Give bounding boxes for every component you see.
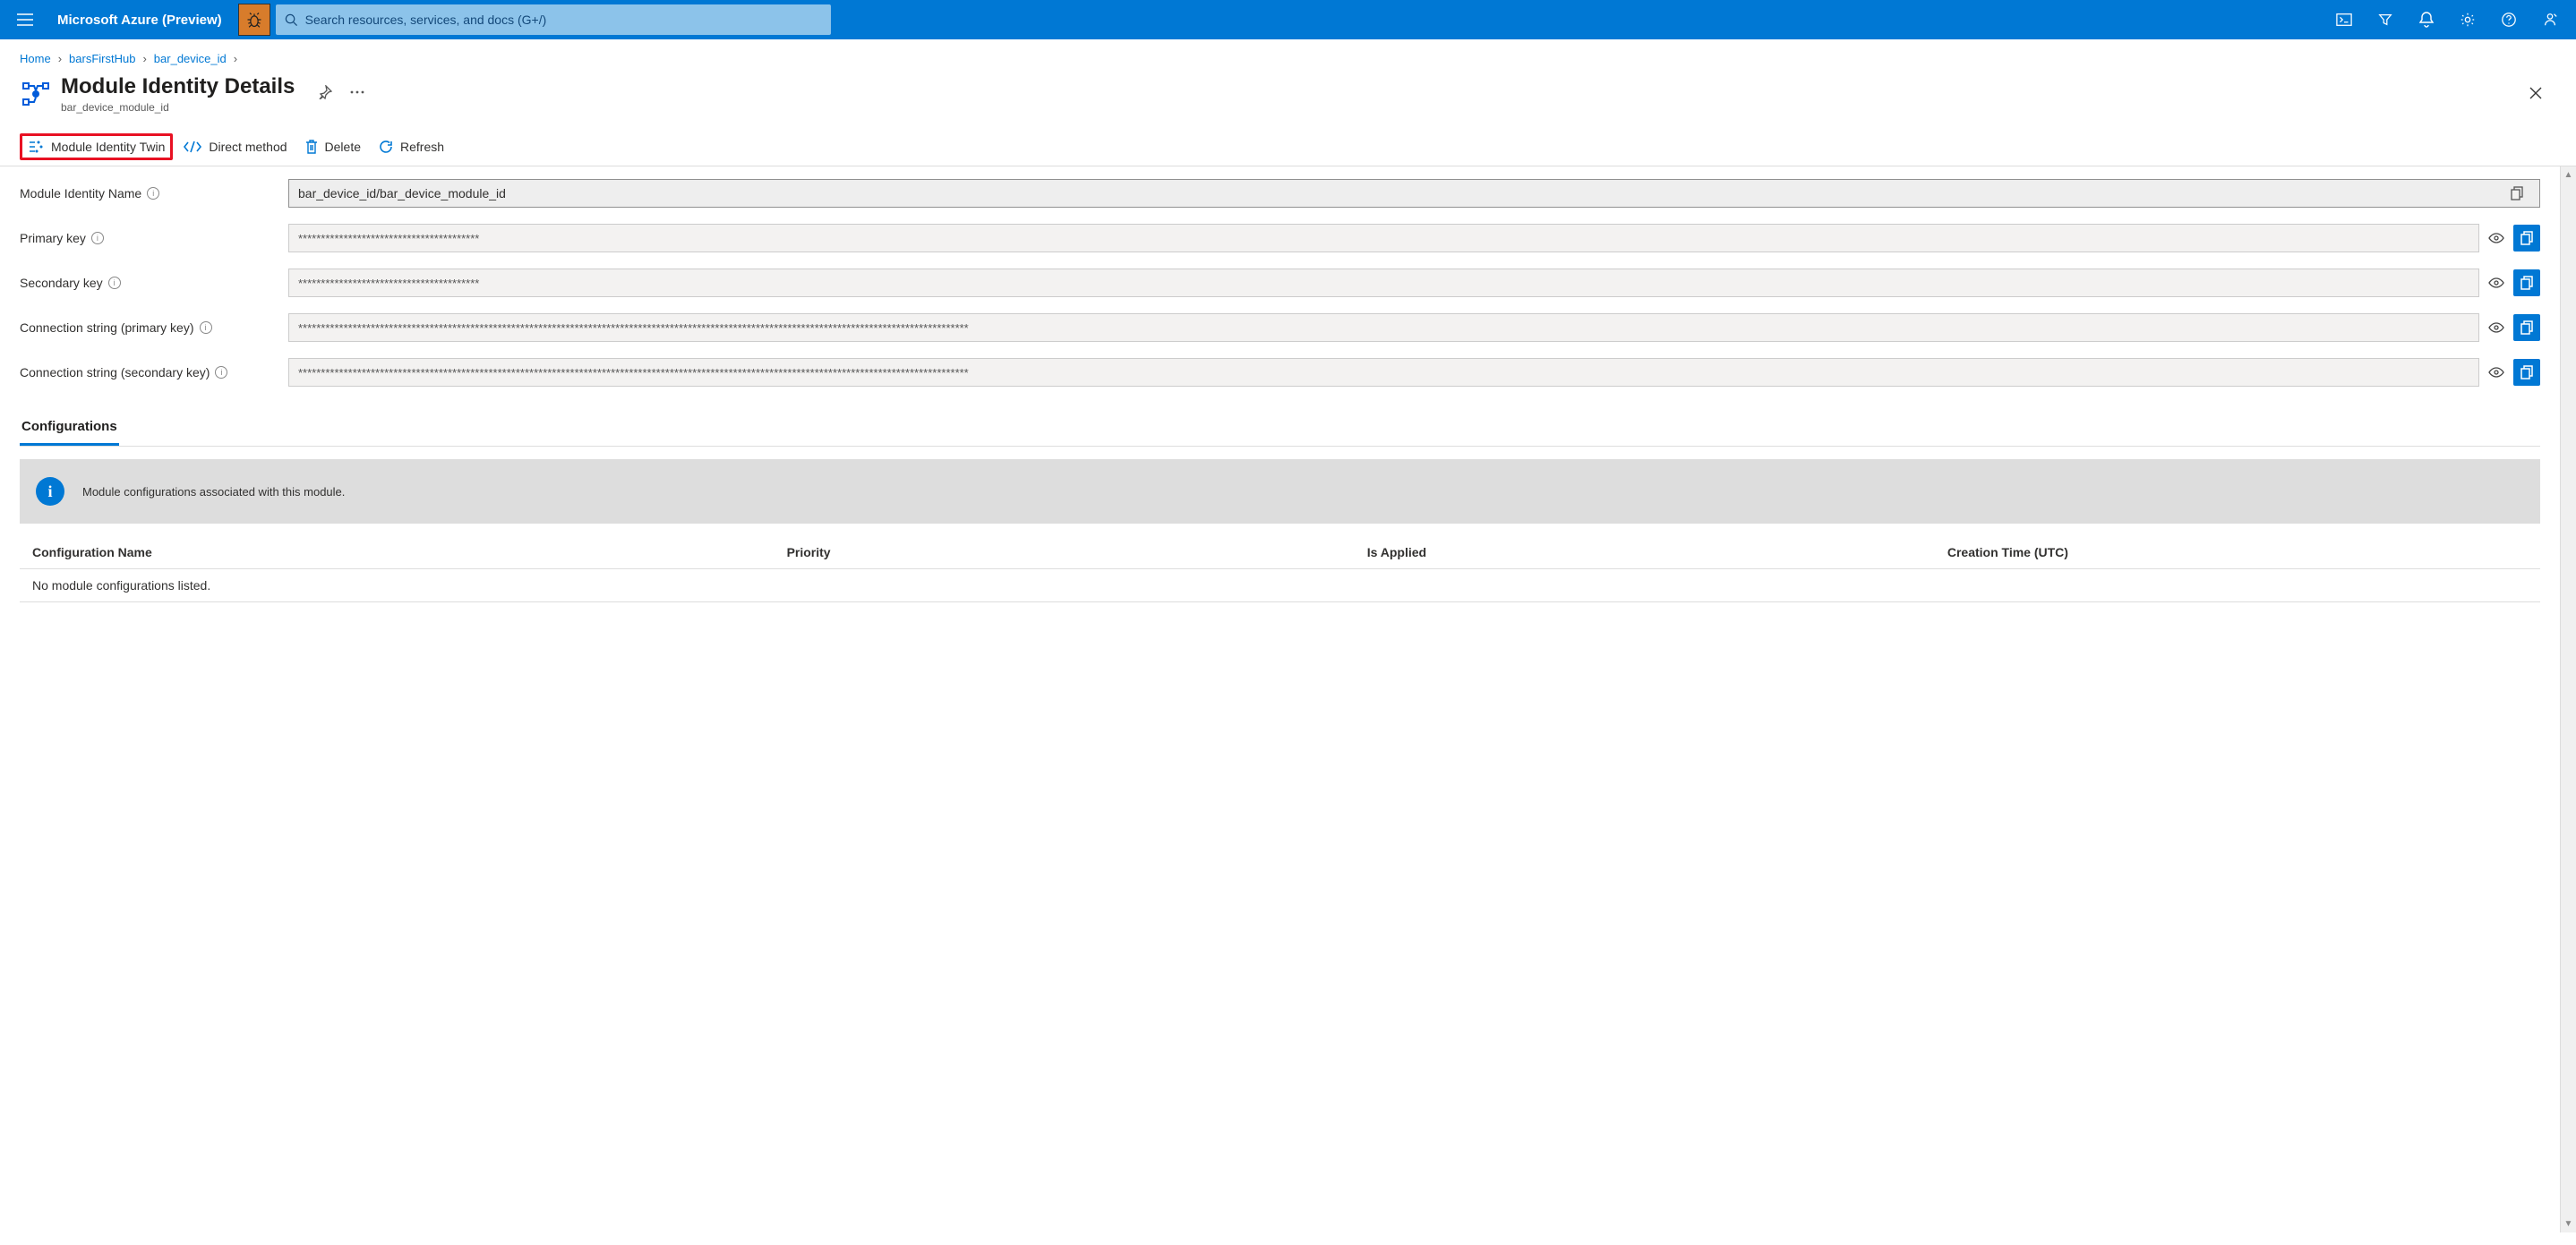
info-icon[interactable]: i bbox=[108, 277, 121, 289]
col-creation-time[interactable]: Creation Time (UTC) bbox=[1947, 545, 2528, 559]
field-label-module-name: Module Identity Name i bbox=[20, 186, 288, 200]
field-label-conn-secondary: Connection string (secondary key) i bbox=[20, 365, 288, 379]
reveal-icon[interactable] bbox=[2485, 271, 2508, 294]
page-subtitle: bar_device_module_id bbox=[61, 101, 295, 114]
cloud-shell-icon[interactable] bbox=[2325, 2, 2363, 38]
direct-method-button[interactable]: Direct method bbox=[176, 134, 294, 159]
brand-label[interactable]: Microsoft Azure (Preview) bbox=[48, 13, 233, 28]
module-name-input[interactable]: bar_device_id/bar_device_module_id bbox=[288, 179, 2540, 208]
breadcrumb-home[interactable]: Home bbox=[20, 52, 51, 65]
scroll-up-icon[interactable]: ▲ bbox=[2564, 166, 2573, 183]
breadcrumb-hub[interactable]: barsFirstHub bbox=[69, 52, 135, 65]
pin-icon[interactable] bbox=[312, 80, 338, 105]
page-title: Module Identity Details bbox=[61, 74, 295, 99]
copy-icon[interactable] bbox=[2503, 180, 2530, 207]
toolbar-label: Delete bbox=[325, 140, 361, 154]
breadcrumb: Home › barsFirstHub › bar_device_id › bbox=[0, 39, 2576, 71]
field-label-secondary-key: Secondary key i bbox=[20, 276, 288, 290]
tab-configurations[interactable]: Configurations bbox=[20, 412, 119, 446]
info-icon[interactable]: i bbox=[147, 187, 159, 200]
menu-icon[interactable] bbox=[7, 2, 43, 38]
field-label-primary-key: Primary key i bbox=[20, 231, 288, 245]
secondary-key-value[interactable]: **************************************** bbox=[288, 269, 2479, 297]
info-icon[interactable]: i bbox=[200, 321, 212, 334]
scroll-down-icon[interactable]: ▼ bbox=[2564, 1215, 2573, 1232]
breadcrumb-device[interactable]: bar_device_id bbox=[154, 52, 227, 65]
col-is-applied[interactable]: Is Applied bbox=[1367, 545, 1947, 559]
section-tabs: Configurations bbox=[20, 412, 2540, 447]
reveal-icon[interactable] bbox=[2485, 226, 2508, 250]
search-icon bbox=[285, 13, 298, 27]
col-config-name[interactable]: Configuration Name bbox=[32, 545, 787, 559]
toolbar-label: Module Identity Twin bbox=[51, 140, 165, 154]
more-icon[interactable] bbox=[345, 80, 370, 105]
config-table: Configuration Name Priority Is Applied C… bbox=[20, 536, 2540, 602]
primary-key-value[interactable]: **************************************** bbox=[288, 224, 2479, 252]
copy-button[interactable] bbox=[2513, 225, 2540, 252]
copy-button[interactable] bbox=[2513, 314, 2540, 341]
page-header: Module Identity Details bar_device_modul… bbox=[0, 71, 2576, 117]
table-row-empty: No module configurations listed. bbox=[20, 569, 2540, 602]
info-banner-text: Module configurations associated with th… bbox=[82, 485, 345, 499]
refresh-button[interactable]: Refresh bbox=[372, 134, 451, 159]
chevron-right-icon: › bbox=[142, 52, 146, 65]
feedback-icon[interactable] bbox=[2531, 2, 2569, 38]
conn-primary-value[interactable]: ****************************************… bbox=[288, 313, 2479, 342]
scrollbar[interactable]: ▲ ▼ bbox=[2560, 166, 2576, 1232]
module-icon bbox=[20, 78, 54, 112]
toolbar-label: Direct method bbox=[209, 140, 287, 154]
close-icon[interactable] bbox=[2522, 80, 2549, 107]
copy-button[interactable] bbox=[2513, 359, 2540, 386]
settings-icon[interactable] bbox=[2449, 2, 2486, 38]
info-icon[interactable]: i bbox=[91, 232, 104, 244]
module-identity-twin-button[interactable]: Module Identity Twin bbox=[20, 133, 173, 160]
copy-button[interactable] bbox=[2513, 269, 2540, 296]
bug-icon[interactable] bbox=[238, 4, 270, 36]
info-icon[interactable]: i bbox=[215, 366, 227, 379]
info-banner: i Module configurations associated with … bbox=[20, 459, 2540, 524]
reveal-icon[interactable] bbox=[2485, 361, 2508, 384]
table-header: Configuration Name Priority Is Applied C… bbox=[20, 536, 2540, 569]
topbar: Microsoft Azure (Preview) bbox=[0, 0, 2576, 39]
help-icon[interactable] bbox=[2490, 2, 2528, 38]
module-name-text: bar_device_id/bar_device_module_id bbox=[298, 186, 506, 200]
delete-button[interactable]: Delete bbox=[298, 134, 368, 159]
chevron-right-icon: › bbox=[234, 52, 237, 65]
filter-icon[interactable] bbox=[2366, 2, 2404, 38]
content-area: Module Identity Name i bar_device_id/bar… bbox=[0, 166, 2560, 1232]
search-box[interactable] bbox=[276, 4, 831, 35]
field-label-conn-primary: Connection string (primary key) i bbox=[20, 320, 288, 335]
reveal-icon[interactable] bbox=[2485, 316, 2508, 339]
info-icon: i bbox=[36, 477, 64, 506]
notifications-icon[interactable] bbox=[2408, 2, 2445, 38]
search-input[interactable] bbox=[305, 13, 822, 27]
col-priority[interactable]: Priority bbox=[787, 545, 1367, 559]
chevron-right-icon: › bbox=[58, 52, 62, 65]
topbar-actions bbox=[2325, 2, 2569, 38]
toolbar-label: Refresh bbox=[400, 140, 444, 154]
toolbar: Module Identity Twin Direct method Delet… bbox=[0, 126, 2576, 166]
conn-secondary-value[interactable]: ****************************************… bbox=[288, 358, 2479, 387]
empty-message: No module configurations listed. bbox=[32, 578, 787, 593]
